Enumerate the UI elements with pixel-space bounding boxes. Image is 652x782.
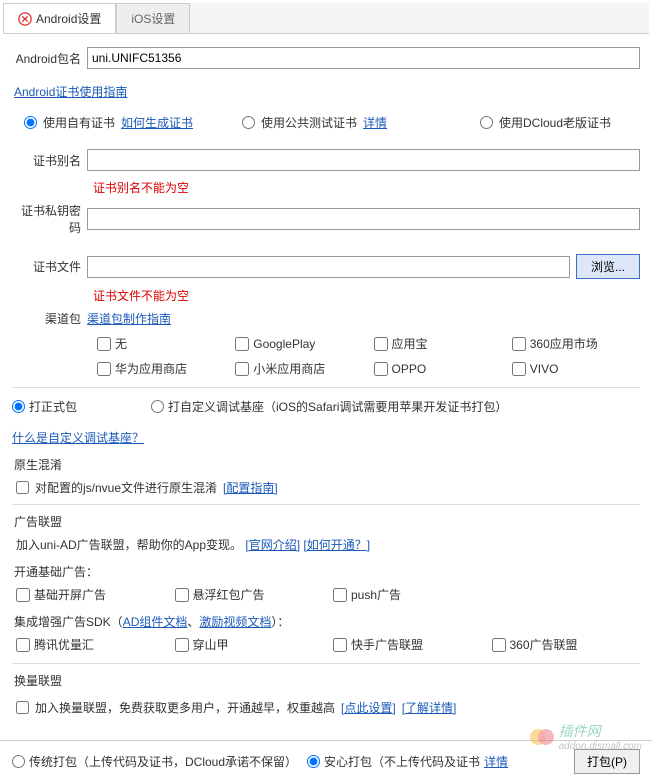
radio-own-cert[interactable] [24, 116, 37, 129]
exchange-cb-label: 加入换量联盟，免费获取更多用户，开通越早，权重越高 [35, 699, 335, 716]
alias-input[interactable] [87, 149, 640, 171]
ad-enh-cb-2[interactable] [333, 638, 347, 652]
channel-item[interactable]: 小米应用商店 [235, 360, 363, 377]
native-obfuscate-cb[interactable] [16, 481, 29, 494]
ads-basic-title: 开通基础广告： [14, 563, 640, 580]
channel-item[interactable]: VIVO [512, 360, 640, 377]
radio-traditional[interactable] [12, 755, 25, 768]
channel-grid: 无 GooglePlay 应用宝 360应用市场 华为应用商店 小米应用商店 O… [97, 335, 640, 377]
channel-cb-1[interactable] [235, 337, 249, 351]
pw-label: 证书私钥密码 [12, 202, 87, 236]
channel-item[interactable]: GooglePlay [235, 335, 363, 352]
channel-cb-0[interactable] [97, 337, 111, 351]
channel-item[interactable]: 华为应用商店 [97, 360, 225, 377]
radio-dcloud-label: 使用DCloud老版证书 [499, 114, 611, 131]
radio-dcloud-cert[interactable] [480, 116, 493, 129]
exchange-link2[interactable]: [了解详情] [402, 699, 457, 716]
channel-item[interactable]: 360应用市场 [512, 335, 640, 352]
channel-cb-7[interactable] [512, 362, 526, 376]
channel-link[interactable]: 渠道包制作指南 [87, 310, 171, 327]
ad-basic-item[interactable]: push广告 [333, 586, 482, 603]
cert-guide-link[interactable]: Android证书使用指南 [14, 85, 127, 99]
package-label: Android包名 [12, 50, 87, 67]
file-label: 证书文件 [12, 258, 87, 275]
radio-release[interactable] [12, 400, 25, 413]
file-error: 证书文件不能为空 [93, 287, 640, 304]
channel-cb-6[interactable] [374, 362, 388, 376]
channel-cb-4[interactable] [97, 362, 111, 376]
tab-android[interactable]: Android设置 [3, 3, 116, 33]
own-cert-link[interactable]: 如何生成证书 [121, 114, 193, 131]
radio-safe-label: 安心打包（不上传代码及证书 [324, 753, 480, 770]
native-guide-link[interactable]: [配置指南] [223, 479, 278, 496]
ad-basic-item[interactable]: 悬浮红包广告 [175, 586, 324, 603]
exchange-link1[interactable]: [点此设置] [341, 699, 396, 716]
android-icon [18, 12, 32, 26]
channel-item[interactable]: 应用宝 [374, 335, 502, 352]
ad-basic-cb-0[interactable] [16, 588, 30, 602]
ad-basic-item[interactable]: 基础开屏广告 [16, 586, 165, 603]
package-input[interactable] [87, 47, 640, 69]
alias-label: 证书别名 [12, 152, 87, 169]
exchange-title: 换量联盟 [14, 672, 640, 689]
ads-title: 广告联盟 [14, 513, 640, 530]
ad-enh-item[interactable]: 快手广告联盟 [333, 636, 482, 653]
native-title: 原生混淆 [14, 456, 640, 473]
ad-enh-cb-1[interactable] [175, 638, 189, 652]
browse-button[interactable]: 浏览... [576, 254, 640, 279]
ad-enh-cb-0[interactable] [16, 638, 30, 652]
radio-safe[interactable] [307, 755, 320, 768]
ad-enh-item[interactable]: 腾讯优量汇 [16, 636, 165, 653]
channel-item[interactable]: OPPO [374, 360, 502, 377]
radio-trad-label: 传统打包（上传代码及证书，DCloud承诺不保留） [29, 753, 297, 770]
radio-pub-label: 使用公共测试证书 [261, 114, 357, 131]
ad-enh-item[interactable]: 穿山甲 [175, 636, 324, 653]
ads-intro-link1[interactable]: [官网介绍] [245, 538, 300, 552]
radio-release-label: 打正式包 [29, 398, 77, 415]
pub-cert-link[interactable]: 详情 [363, 114, 387, 131]
radio-pub-cert[interactable] [242, 116, 255, 129]
channel-label: 渠道包 [12, 310, 87, 327]
tab-ios[interactable]: iOS设置 [116, 3, 190, 33]
ads-intro: 加入uni-AD广告联盟，帮助你的App变现。 [16, 538, 242, 552]
ads-sdk-title: 集成增强广告SDK（AD组件文档、激励视频文档）： [14, 613, 640, 630]
ad-enh-cb-3[interactable] [492, 638, 506, 652]
alias-error: 证书别名不能为空 [93, 179, 640, 196]
native-cb-label: 对配置的js/nvue文件进行原生混淆 [35, 479, 217, 496]
tab-ios-label: iOS设置 [131, 10, 175, 27]
file-input[interactable] [87, 256, 570, 278]
custom-base-link[interactable]: 什么是自定义调试基座？ [12, 429, 144, 446]
ad-enh-item[interactable]: 360广告联盟 [492, 636, 641, 653]
package-button[interactable]: 打包(P) [574, 749, 640, 774]
radio-own-label: 使用自有证书 [43, 114, 115, 131]
pw-input[interactable] [87, 208, 640, 230]
tab-android-label: Android设置 [36, 10, 101, 27]
channel-cb-5[interactable] [235, 362, 249, 376]
ad-basic-cb-2[interactable] [333, 588, 347, 602]
sdk-link1[interactable]: AD组件文档 [123, 615, 188, 629]
safe-link[interactable]: 详情 [484, 753, 508, 770]
channel-cb-2[interactable] [374, 337, 388, 351]
channel-cb-3[interactable] [512, 337, 526, 351]
radio-custom-label: 打自定义调试基座（iOS的Safari调试需要用苹果开发证书打包） [168, 398, 507, 415]
ad-basic-cb-1[interactable] [175, 588, 189, 602]
sdk-link2[interactable]: 激励视频文档 [199, 615, 271, 629]
radio-custom[interactable] [151, 400, 164, 413]
exchange-cb[interactable] [16, 701, 29, 714]
channel-item[interactable]: 无 [97, 335, 225, 352]
ads-intro-link2[interactable]: [如何开通？] [303, 538, 370, 552]
